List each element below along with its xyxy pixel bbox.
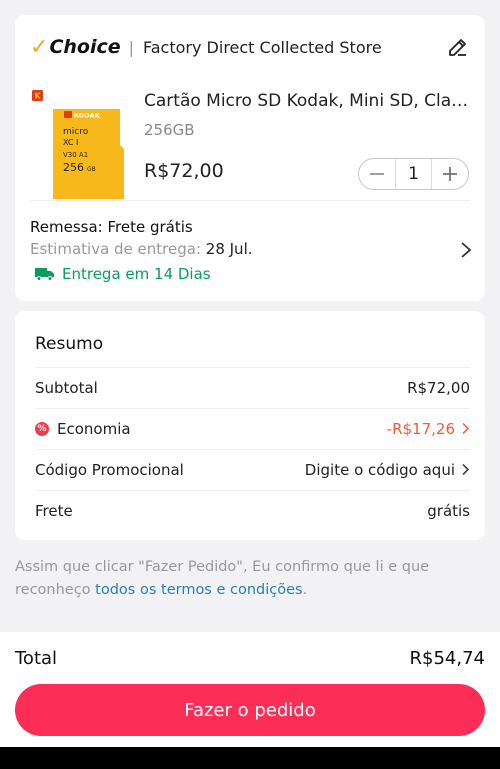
store-separator: | [128, 37, 135, 57]
checkout-footer: Total R$54,74 Fazer o pedido [0, 632, 500, 747]
summary-card: Resumo Subtotal R$72,00 % Economia -R$17… [15, 311, 485, 540]
savings-row[interactable]: % Economia -R$17,26 [35, 408, 470, 448]
savings-label: Economia [57, 419, 131, 438]
svg-text:V30 A1: V30 A1 [63, 151, 88, 159]
system-navigation-bar [0, 747, 500, 769]
subtotal-row: Subtotal R$72,00 [35, 367, 470, 407]
product-price: R$72,00 [144, 160, 224, 182]
svg-text:micro: micro [63, 127, 89, 137]
plus-icon [443, 167, 457, 181]
product-variant[interactable]: 256GB [144, 121, 195, 139]
store-header: ✓ Choice | Factory Direct Collected Stor… [30, 35, 470, 60]
shipping-cost-label: Frete [35, 501, 73, 520]
check-icon: ✓ [30, 34, 49, 60]
truck-icon [35, 268, 54, 281]
summary-title: Resumo [35, 334, 104, 354]
total-label: Total [15, 648, 58, 669]
discount-icon: % [35, 421, 49, 436]
quantity-stepper: 1 [358, 158, 469, 190]
product-image[interactable]: K KODAK micro XC I V30 A1 256 GB [30, 87, 130, 207]
svg-text:XC I: XC I [63, 138, 78, 147]
promo-code-row[interactable]: Código Promocional Digite o código aqui [35, 449, 470, 489]
estimate-label: Estimativa de entrega: [30, 240, 201, 258]
estimate-date: 28 Jul. [205, 240, 253, 258]
increase-quantity-button[interactable] [432, 159, 468, 189]
chevron-right-icon[interactable] [459, 240, 473, 260]
shipping-estimate: Estimativa de entrega: 28 Jul. [30, 240, 253, 258]
terms-link[interactable]: todos os termos e condições [95, 582, 302, 598]
promo-code-value-wrap: Digite o código aqui [305, 461, 470, 479]
edit-pencil-icon[interactable] [446, 35, 470, 59]
shipping-cost-row: Frete grátis [35, 490, 470, 530]
terms-notice: Assim que clicar "Fazer Pedido", Eu conf… [15, 556, 485, 602]
product-title[interactable]: Cartão Micro SD Kodak, Mini SD, Classe 1… [144, 91, 474, 111]
promo-code-label: Código Promocional [35, 460, 184, 479]
delivery-text: Entrega em 14 Dias [62, 265, 211, 283]
subtotal-label: Subtotal [35, 378, 98, 397]
choice-brand: Choice [49, 36, 121, 58]
delivery-info: Entrega em 14 Dias [35, 265, 211, 283]
savings-value: -R$17,26 [386, 419, 455, 438]
place-order-button[interactable]: Fazer o pedido [15, 684, 485, 736]
savings-value-wrap: -R$17,26 [387, 420, 470, 438]
shipping-title: Remessa: Frete grátis [30, 218, 193, 236]
store-card: ✓ Choice | Factory Direct Collected Stor… [15, 15, 485, 301]
shipping-cost-value: grátis [427, 501, 470, 520]
total-value: R$54,74 [409, 648, 486, 669]
svg-text:K: K [34, 92, 41, 101]
quantity-value[interactable]: 1 [395, 159, 432, 189]
svg-text:KODAK: KODAK [74, 112, 101, 120]
decrease-quantity-button[interactable] [359, 159, 395, 189]
terms-end: . [302, 582, 308, 598]
product-image-capacity: 256 [63, 161, 84, 174]
divider [30, 200, 470, 201]
chevron-right-icon [462, 463, 470, 476]
minus-icon [370, 173, 384, 175]
promo-code-input[interactable]: Digite o código aqui [305, 461, 455, 479]
subtotal-value: R$72,00 [407, 378, 470, 397]
store-name[interactable]: Factory Direct Collected Store [143, 38, 382, 57]
svg-text:GB: GB [87, 166, 96, 173]
savings-label-wrap: % Economia [35, 420, 131, 438]
choice-logo: ✓ Choice [30, 35, 121, 60]
chevron-right-icon [462, 422, 470, 435]
